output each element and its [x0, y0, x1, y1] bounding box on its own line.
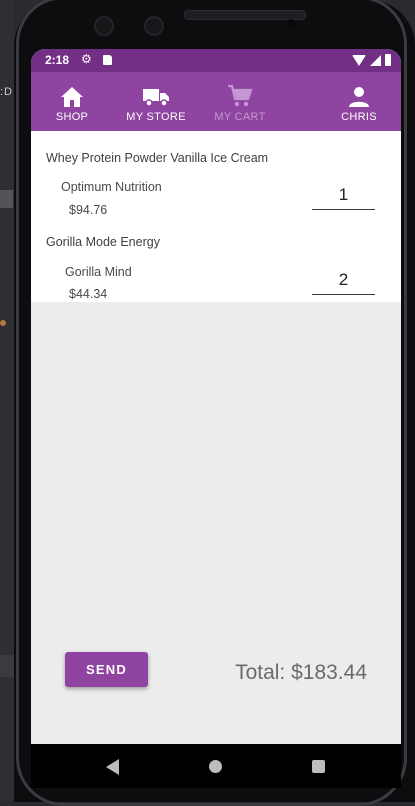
- nav-shop[interactable]: SHOP: [47, 72, 97, 131]
- cart-icon: [228, 84, 253, 107]
- sd-card-icon: [103, 55, 112, 65]
- item-name: Gorilla Mode Energy: [46, 235, 160, 249]
- home-icon: [61, 87, 83, 107]
- wifi-icon: [352, 55, 366, 66]
- quantity-field[interactable]: [312, 181, 375, 210]
- truck-icon: [143, 89, 169, 107]
- battery-icon: [385, 54, 391, 66]
- nav-my-cart[interactable]: MY CART: [211, 72, 269, 131]
- status-bar: 2:18 ⚙: [31, 49, 401, 72]
- cart-item-list: Whey Protein Powder Vanilla Ice Cream Op…: [31, 131, 401, 302]
- android-nav-bar: [31, 744, 401, 788]
- front-camera: [144, 16, 164, 36]
- quantity-field[interactable]: [312, 266, 375, 295]
- person-icon: [349, 87, 369, 107]
- ide-sidebar-label: :DI: [0, 86, 18, 98]
- ide-marker: [0, 320, 6, 326]
- ide-thumbnail: [0, 190, 13, 208]
- cart-total: Total: $183.44: [235, 661, 367, 684]
- item-price: $94.76: [69, 203, 108, 217]
- item-brand: Optimum Nutrition: [61, 180, 162, 194]
- recent-apps-icon[interactable]: [312, 760, 325, 773]
- nav-my-store[interactable]: MY STORE: [126, 72, 186, 131]
- home-button-icon[interactable]: [209, 760, 222, 773]
- front-sensor: [94, 16, 114, 36]
- top-nav-bar: SHOP MY STORE MY CART CHRIS: [31, 72, 401, 131]
- ide-left-panel: [0, 0, 14, 802]
- ide-panel-block: [0, 655, 14, 677]
- settings-gear-icon: ⚙: [81, 52, 92, 66]
- status-time: 2:18: [45, 53, 70, 67]
- back-icon[interactable]: [106, 759, 119, 775]
- item-brand: Gorilla Mind: [65, 265, 132, 279]
- proximity-sensor: [286, 19, 296, 29]
- nav-my-store-label: MY STORE: [126, 111, 186, 123]
- app-screen: 2:18 ⚙ SHOP MY STORE MY CART CHRIS Whey …: [31, 49, 401, 744]
- earpiece-speaker: [184, 10, 306, 20]
- nav-profile[interactable]: CHRIS: [334, 72, 384, 131]
- send-button[interactable]: SEND: [65, 652, 148, 687]
- item-price: $44.34: [69, 287, 108, 301]
- status-icons: [352, 54, 391, 66]
- signal-icon: [370, 55, 381, 66]
- nav-shop-label: SHOP: [55, 111, 89, 123]
- nav-profile-label: CHRIS: [341, 111, 377, 123]
- nav-my-cart-label: MY CART: [214, 111, 266, 123]
- item-name: Whey Protein Powder Vanilla Ice Cream: [46, 151, 269, 165]
